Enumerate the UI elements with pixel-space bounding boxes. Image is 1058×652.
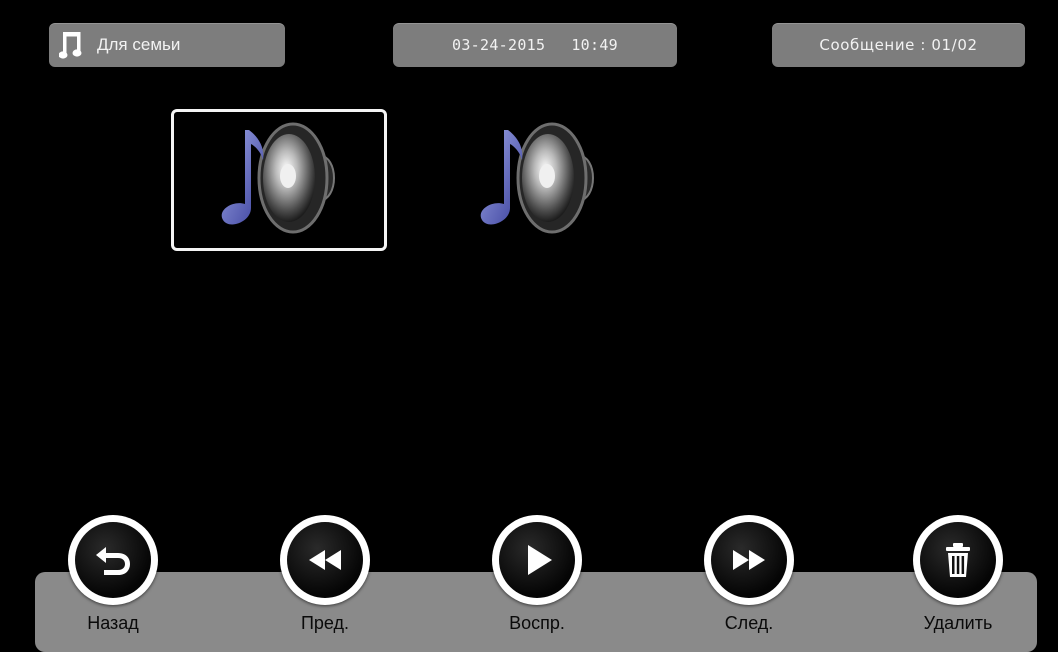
fast-forward-icon xyxy=(733,550,765,570)
message-item-1[interactable] xyxy=(171,109,387,251)
next-button-circle[interactable] xyxy=(704,515,794,605)
play-icon xyxy=(528,545,552,575)
delete-button[interactable]: Удалить xyxy=(898,515,1018,638)
play-label: Воспр. xyxy=(509,613,565,633)
back-button-circle[interactable] xyxy=(68,515,158,605)
play-button-circle[interactable] xyxy=(492,515,582,605)
time-text: 10:49 xyxy=(571,36,618,54)
folder-title: Для семьи xyxy=(49,23,285,67)
back-label: Назад xyxy=(87,613,139,633)
back-arrow-icon xyxy=(96,547,130,575)
message-counter-text: Сообщение : 01/02 xyxy=(819,36,978,54)
music-note-icon xyxy=(59,32,82,59)
rewind-icon xyxy=(309,550,341,570)
delete-button-circle[interactable] xyxy=(913,515,1003,605)
screen: Для семьи 03-24-2015 10:49 Сообщение : 0… xyxy=(0,0,1058,652)
date-text: 03-24-2015 xyxy=(452,36,546,54)
next-label: След. xyxy=(724,613,774,633)
delete-label: Удалить xyxy=(923,613,993,633)
speaker-music-icon xyxy=(480,122,594,234)
message-item-2[interactable] xyxy=(430,109,646,251)
next-button[interactable]: След. xyxy=(689,515,809,638)
previous-label: Пред. xyxy=(300,613,350,633)
trash-icon xyxy=(946,543,970,577)
previous-button[interactable]: Пред. xyxy=(265,515,385,638)
message-counter: Сообщение : 01/02 xyxy=(772,23,1025,67)
play-button[interactable]: Воспр. xyxy=(477,515,597,638)
folder-label: Для семьи xyxy=(97,35,181,54)
date-time-display: 03-24-2015 10:49 xyxy=(393,23,677,67)
previous-button-circle[interactable] xyxy=(280,515,370,605)
speaker-music-icon xyxy=(221,122,335,234)
back-button[interactable]: Назад xyxy=(53,515,173,638)
